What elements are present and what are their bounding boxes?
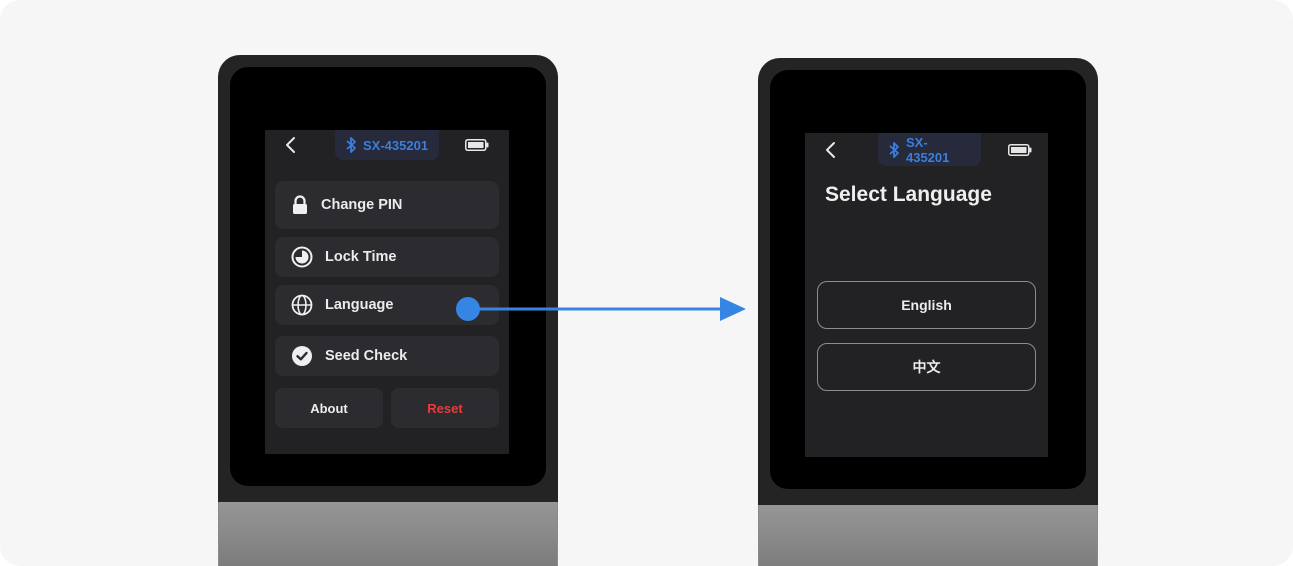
clock-pie-icon: [291, 246, 313, 268]
chevron-left-icon[interactable]: [821, 140, 841, 160]
battery-full-icon: [1008, 144, 1032, 156]
bluetooth-device-badge: SX-435201: [335, 130, 439, 160]
settings-screen: SX-435201 Change PIN Lock Time Language …: [265, 130, 509, 454]
select-language-screen: SX-435201 Select Language English 中文: [805, 133, 1048, 457]
language-option-label: English: [901, 297, 952, 313]
menu-item-label: Seed Check: [325, 348, 408, 364]
tap-indicator-dot: [456, 297, 480, 321]
page-title: Select Language: [825, 183, 992, 206]
check-circle-icon: [292, 346, 312, 366]
reset-label: Reset: [427, 400, 463, 416]
about-button[interactable]: About: [275, 388, 383, 428]
bluetooth-icon: [889, 141, 899, 158]
menu-item-seed-check[interactable]: Seed Check: [275, 336, 499, 376]
transition-arrow: [466, 297, 746, 321]
illustration-canvas: SX-435201 Change PIN Lock Time Language …: [0, 0, 1293, 566]
reset-button[interactable]: Reset: [391, 388, 499, 428]
lock-icon: [293, 195, 307, 214]
chevron-left-icon[interactable]: [281, 135, 301, 155]
battery-full-icon: [465, 139, 489, 151]
about-label: About: [310, 400, 348, 416]
menu-item-label: Language: [325, 297, 394, 313]
menu-item-lock-time[interactable]: Lock Time: [275, 237, 499, 277]
language-option-chinese[interactable]: 中文: [817, 343, 1036, 391]
device-name: SX-435201: [905, 134, 950, 165]
language-option-english[interactable]: English: [817, 281, 1036, 329]
device-name: SX-435201: [363, 137, 429, 153]
globe-icon: [291, 294, 313, 316]
status-bar: SX-435201: [265, 130, 509, 160]
device-base: [758, 505, 1098, 566]
status-bar: SX-435201: [805, 133, 1048, 166]
bluetooth-device-badge: SX-435201: [878, 133, 981, 166]
menu-item-change-pin[interactable]: Change PIN: [275, 181, 499, 229]
language-option-label: 中文: [912, 359, 941, 375]
device-base: [218, 502, 558, 566]
bluetooth-icon: [346, 137, 356, 153]
menu-item-label: Change PIN: [321, 197, 403, 213]
menu-item-label: Lock Time: [325, 249, 397, 265]
